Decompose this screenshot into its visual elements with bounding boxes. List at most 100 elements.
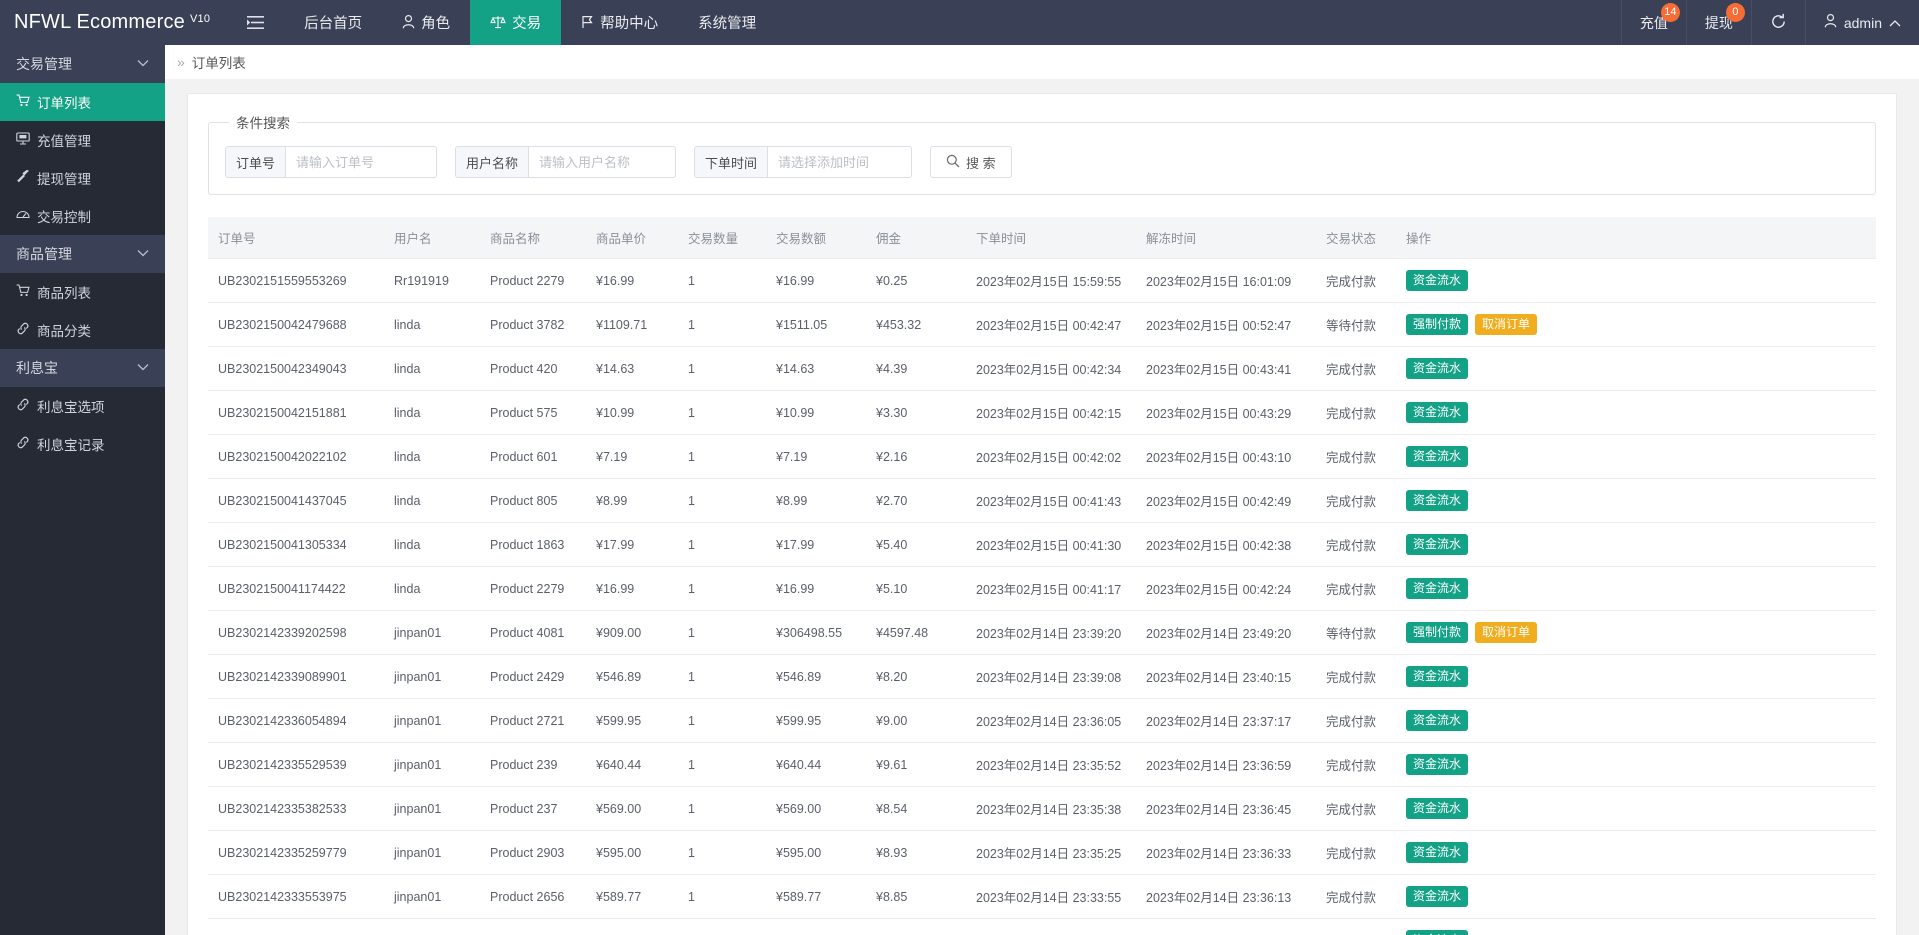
cell-order-time: 2023年02月15日 00:41:43 [966, 478, 1136, 523]
cell-commission: ¥3.30 [866, 390, 966, 435]
table-row: UB2302150041174422 linda Product 2279 ¥16.9… [208, 566, 1876, 611]
cell-amount: ¥589.77 [766, 874, 866, 919]
sidebar-group-product-management[interactable]: 商品管理 [0, 235, 165, 273]
cell-status: 完成付款 [1316, 390, 1396, 435]
column-header-actions: 操作 [1396, 217, 1876, 259]
cell-commission: ¥9.00 [866, 698, 966, 743]
search-button[interactable]: 搜 索 [930, 146, 1012, 178]
sidebar-collapse-icon[interactable] [226, 0, 284, 45]
cell-order-time: 2023年02月14日 23:35:38 [966, 786, 1136, 831]
top-navigation-bar: NFWL Ecommerce V10 后台首页 角色 交易 帮助中心 系统管理 [0, 0, 1919, 45]
sidebar-item-order-list[interactable]: 订单列表 [0, 83, 165, 121]
fund-flow-button[interactable]: 资金流水 [1406, 402, 1469, 423]
cancel-order-button[interactable]: 取消订单 [1475, 314, 1538, 335]
refresh-button[interactable] [1750, 0, 1805, 45]
force-pay-button[interactable]: 强制付款 [1406, 622, 1469, 643]
sidebar-group-label: 利息宝 [16, 360, 58, 376]
sidebar-group-interest-treasure[interactable]: 利息宝 [0, 349, 165, 387]
cell-actions: 资金流水 [1396, 654, 1876, 699]
order-number-input[interactable] [285, 146, 438, 178]
nav-item-help-center[interactable]: 帮助中心 [561, 0, 678, 45]
cell-order-time: 2023年02月15日 00:41:17 [966, 566, 1136, 611]
force-pay-button[interactable]: 强制付款 [1406, 314, 1469, 335]
cell-unfreeze-time: 2023年02月15日 00:43:29 [1136, 390, 1316, 435]
user-name-label: 用户名称 [455, 146, 529, 178]
sidebar-group-transaction-management[interactable]: 交易管理 [0, 45, 165, 83]
cell-unfreeze-time: 2023年02月14日 23:36:59 [1136, 742, 1316, 787]
fund-flow-button[interactable]: 资金流水 [1406, 930, 1469, 935]
sidebar-item-interest-records[interactable]: 利息宝记录 [0, 425, 165, 463]
fund-flow-button[interactable]: 资金流水 [1406, 886, 1469, 907]
table-row: UB2302150041437045 linda Product 805 ¥8.99 1… [208, 478, 1876, 523]
fund-flow-button[interactable]: 资金流水 [1406, 534, 1469, 555]
fund-flow-button[interactable]: 资金流水 [1406, 710, 1469, 731]
sidebar-item-withdraw-management[interactable]: 提现管理 [0, 159, 165, 197]
cancel-order-button[interactable]: 取消订单 [1475, 622, 1538, 643]
nav-item-label: 交易 [512, 16, 542, 32]
cell-user-name: linda [384, 478, 480, 523]
cell-user-name: linda [384, 522, 480, 567]
action-button-group: 资金流水 [1406, 270, 1868, 291]
table-row: UB2302142335259779 jinpan01 Product 2903 ¥5… [208, 830, 1876, 875]
cell-user-name: linda [384, 390, 480, 435]
sidebar-item-recharge-management[interactable]: 充值管理 [0, 121, 165, 159]
action-button-group: 资金流水 [1406, 578, 1868, 599]
cell-commission: ¥2.16 [866, 434, 966, 479]
action-button-group: 强制付款 取消订单 [1406, 622, 1868, 643]
nav-item-transaction[interactable]: 交易 [470, 0, 562, 45]
sidebar-item-interest-options[interactable]: 利息宝选项 [0, 387, 165, 425]
cell-unfreeze-time: 2023年02月14日 23:36:33 [1136, 830, 1316, 875]
fund-flow-button[interactable]: 资金流水 [1406, 842, 1469, 863]
cell-quantity: 1 [678, 478, 766, 523]
action-button-group: 资金流水 [1406, 754, 1868, 775]
sidebar-item-product-list[interactable]: 商品列表 [0, 273, 165, 311]
nav-item-dashboard[interactable]: 后台首页 [284, 0, 382, 45]
orders-table: 订单号 用户名 商品名称 商品单价 交易数量 交易数额 佣金 下单时间 解冻时间… [208, 217, 1876, 935]
fund-flow-button[interactable]: 资金流水 [1406, 754, 1469, 775]
cart-icon [16, 284, 30, 300]
sidebar-item-transaction-control[interactable]: 交易控制 [0, 197, 165, 235]
recharge-button[interactable]: 充值 14 [1620, 0, 1686, 45]
cell-status: 完成付款 [1316, 522, 1396, 567]
table-row: UB2302150041305334 linda Product 1863 ¥17.9… [208, 522, 1876, 567]
orders-card: 条件搜索 订单号 用户名称 下单时间 [187, 93, 1897, 935]
fund-flow-button[interactable]: 资金流水 [1406, 490, 1469, 511]
user-name-input[interactable] [528, 146, 677, 178]
sidebar-group-label: 交易管理 [16, 56, 72, 72]
cell-amount: ¥699.34 [766, 918, 866, 935]
cell-unit-price: ¥595.00 [586, 830, 678, 875]
cell-quantity: 1 [678, 874, 766, 919]
order-time-input[interactable] [767, 146, 913, 178]
cell-unit-price: ¥699.34 [586, 918, 678, 935]
cell-order-number: UB2302142335529539 [208, 742, 384, 787]
cell-user-name: linda [384, 302, 480, 347]
cell-amount: ¥569.00 [766, 786, 866, 831]
cell-commission: ¥4597.48 [866, 610, 966, 655]
cell-amount: ¥7.19 [766, 434, 866, 479]
user-menu-button[interactable]: admin [1804, 0, 1919, 45]
nav-item-role[interactable]: 角色 [382, 0, 470, 45]
cell-product-name: Product 420 [480, 346, 586, 391]
fund-flow-button[interactable]: 资金流水 [1406, 666, 1469, 687]
fund-flow-button[interactable]: 资金流水 [1406, 798, 1469, 819]
action-button-group: 资金流水 [1406, 886, 1868, 907]
fund-flow-button[interactable]: 资金流水 [1406, 270, 1469, 291]
chevron-down-icon [137, 58, 149, 70]
fund-flow-button[interactable]: 资金流水 [1406, 578, 1469, 599]
sidebar-item-product-category[interactable]: 商品分类 [0, 311, 165, 349]
cell-quantity: 1 [678, 654, 766, 699]
withdraw-button[interactable]: 提现 0 [1685, 0, 1751, 45]
nav-item-system-management[interactable]: 系统管理 [678, 0, 776, 45]
fund-flow-button[interactable]: 资金流水 [1406, 358, 1469, 379]
cell-unfreeze-time: 2023年02月14日 23:36:13 [1136, 874, 1316, 919]
search-icon [946, 154, 960, 171]
cell-status: 完成付款 [1316, 742, 1396, 787]
table-row: UB2302142336054894 jinpan01 Product 2721 ¥5… [208, 698, 1876, 743]
column-header-amount: 交易数额 [766, 217, 866, 259]
cell-order-number: UB2302150041437045 [208, 478, 384, 523]
cell-commission: ¥5.10 [866, 566, 966, 611]
cell-amount: ¥16.99 [766, 258, 866, 303]
cell-order-time: 2023年02月15日 00:42:34 [966, 346, 1136, 391]
fund-flow-button[interactable]: 资金流水 [1406, 446, 1469, 467]
breadcrumb-current-page: 订单列表 [191, 56, 246, 71]
